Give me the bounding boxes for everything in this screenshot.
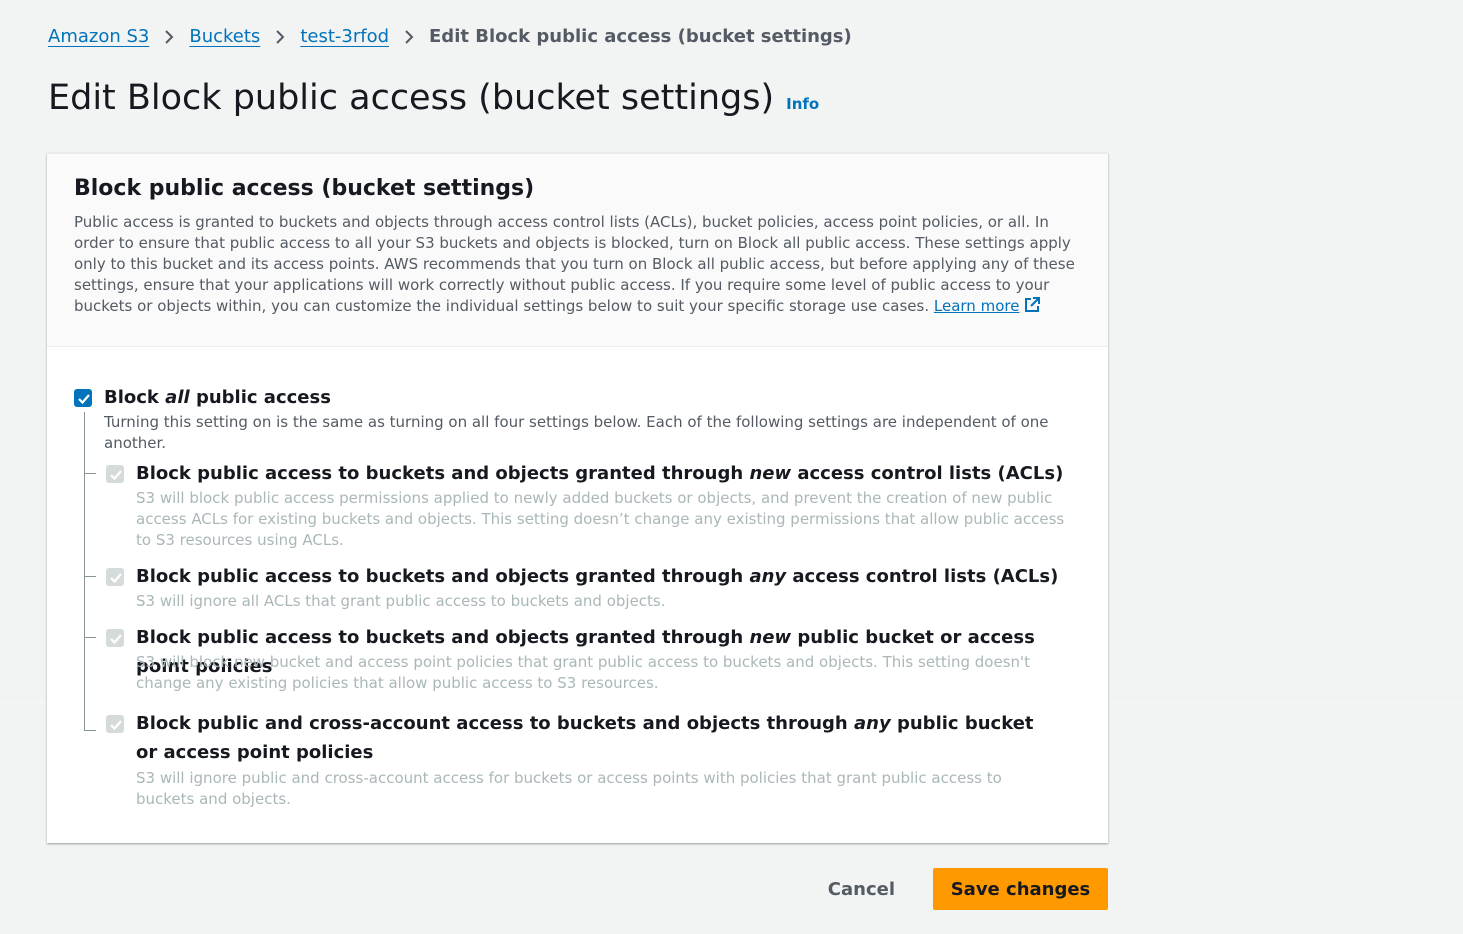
breadcrumb: Amazon S3 Buckets test-3rfod Edit Block … xyxy=(48,25,852,49)
cancel-button[interactable]: Cancel xyxy=(790,868,933,910)
form-actions: Cancel Save changes xyxy=(790,868,1108,910)
info-link[interactable]: Info xyxy=(786,95,819,113)
option-new-acls-label: Block public access to buckets and objec… xyxy=(136,459,1086,488)
option-label-em: any xyxy=(749,566,787,587)
block-all-label[interactable]: Block all public access xyxy=(104,383,331,412)
chevron-right-icon xyxy=(274,29,286,45)
option-new-policies-checkbox[interactable] xyxy=(106,629,124,647)
chevron-right-icon xyxy=(403,29,415,45)
option-new-policies-description: S3 will block new bucket and access poin… xyxy=(136,653,1031,692)
section-description-text: Public access is granted to buckets and … xyxy=(74,213,1075,315)
option-label-post: access control lists (ACLs) xyxy=(786,566,1059,587)
option-any-policies-checkbox[interactable] xyxy=(106,715,124,733)
chevron-right-icon xyxy=(163,29,175,45)
save-changes-button[interactable]: Save changes xyxy=(933,868,1108,910)
option-any-acls-description: S3 will ignore all ACLs that grant publi… xyxy=(136,592,666,610)
block-all-description: Turning this setting on is the same as t… xyxy=(104,413,1049,452)
option-label-pre: Block public access to buckets and objec… xyxy=(136,627,750,648)
block-all-checkbox[interactable] xyxy=(74,389,92,407)
tree-branch xyxy=(84,730,96,731)
tree-branch xyxy=(84,637,96,638)
block-all-label-em: all xyxy=(165,387,190,408)
option-label-pre: Block public access to buckets and objec… xyxy=(136,566,750,587)
breadcrumb-amazon-s3[interactable]: Amazon S3 xyxy=(48,25,149,49)
option-label-em: new xyxy=(749,627,792,648)
option-label-post: access control lists (ACLs) xyxy=(791,463,1064,484)
option-any-acls-label: Block public access to buckets and objec… xyxy=(136,562,1086,591)
breadcrumb-current: Edit Block public access (bucket setting… xyxy=(429,26,852,47)
option-label-em: any xyxy=(854,713,891,734)
block-all-label-post: public access xyxy=(189,387,331,408)
learn-more-label: Learn more xyxy=(933,297,1020,315)
external-link-icon xyxy=(1023,296,1041,320)
option-new-acls-checkbox[interactable] xyxy=(106,465,124,483)
option-new-acls-description: S3 will block public access permissions … xyxy=(136,489,1065,549)
option-label-pre: Block public and cross-account access to… xyxy=(136,713,855,734)
page-title: Edit Block public access (bucket setting… xyxy=(48,78,775,118)
panel-header: Block public access (bucket settings) Pu… xyxy=(47,154,1108,347)
option-label-pre: Block public access to buckets and objec… xyxy=(136,463,750,484)
page-header: Edit Block public access (bucket setting… xyxy=(48,78,819,118)
section-description: Public access is granted to buckets and … xyxy=(74,212,1081,320)
section-title: Block public access (bucket settings) xyxy=(74,176,535,201)
tree-branch xyxy=(84,473,96,474)
tree-line-vertical xyxy=(84,412,85,731)
option-label-em: new xyxy=(749,463,792,484)
learn-more-link[interactable]: Learn more xyxy=(934,297,1020,315)
breadcrumb-bucket-name[interactable]: test-3rfod xyxy=(300,25,389,49)
breadcrumb-buckets[interactable]: Buckets xyxy=(189,25,260,49)
block-all-label-pre: Block xyxy=(104,387,166,408)
option-any-acls-checkbox[interactable] xyxy=(106,568,124,586)
tree-branch xyxy=(84,576,96,577)
option-any-policies-label: Block public and cross-account access to… xyxy=(136,709,1056,767)
option-any-policies-description: S3 will ignore public and cross-account … xyxy=(136,769,1002,808)
